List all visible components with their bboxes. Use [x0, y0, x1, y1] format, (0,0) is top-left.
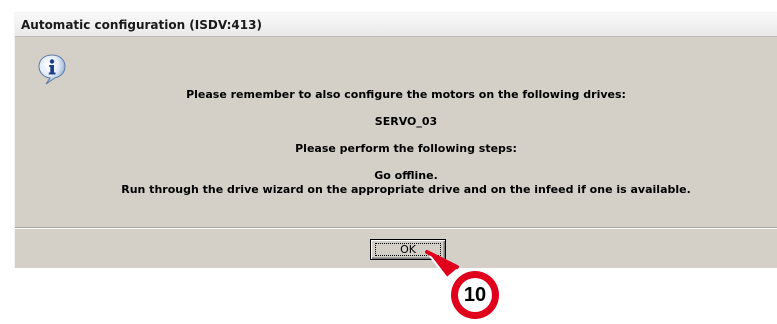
callout-number: 10: [463, 284, 487, 306]
callout-marker: [425, 250, 502, 322]
